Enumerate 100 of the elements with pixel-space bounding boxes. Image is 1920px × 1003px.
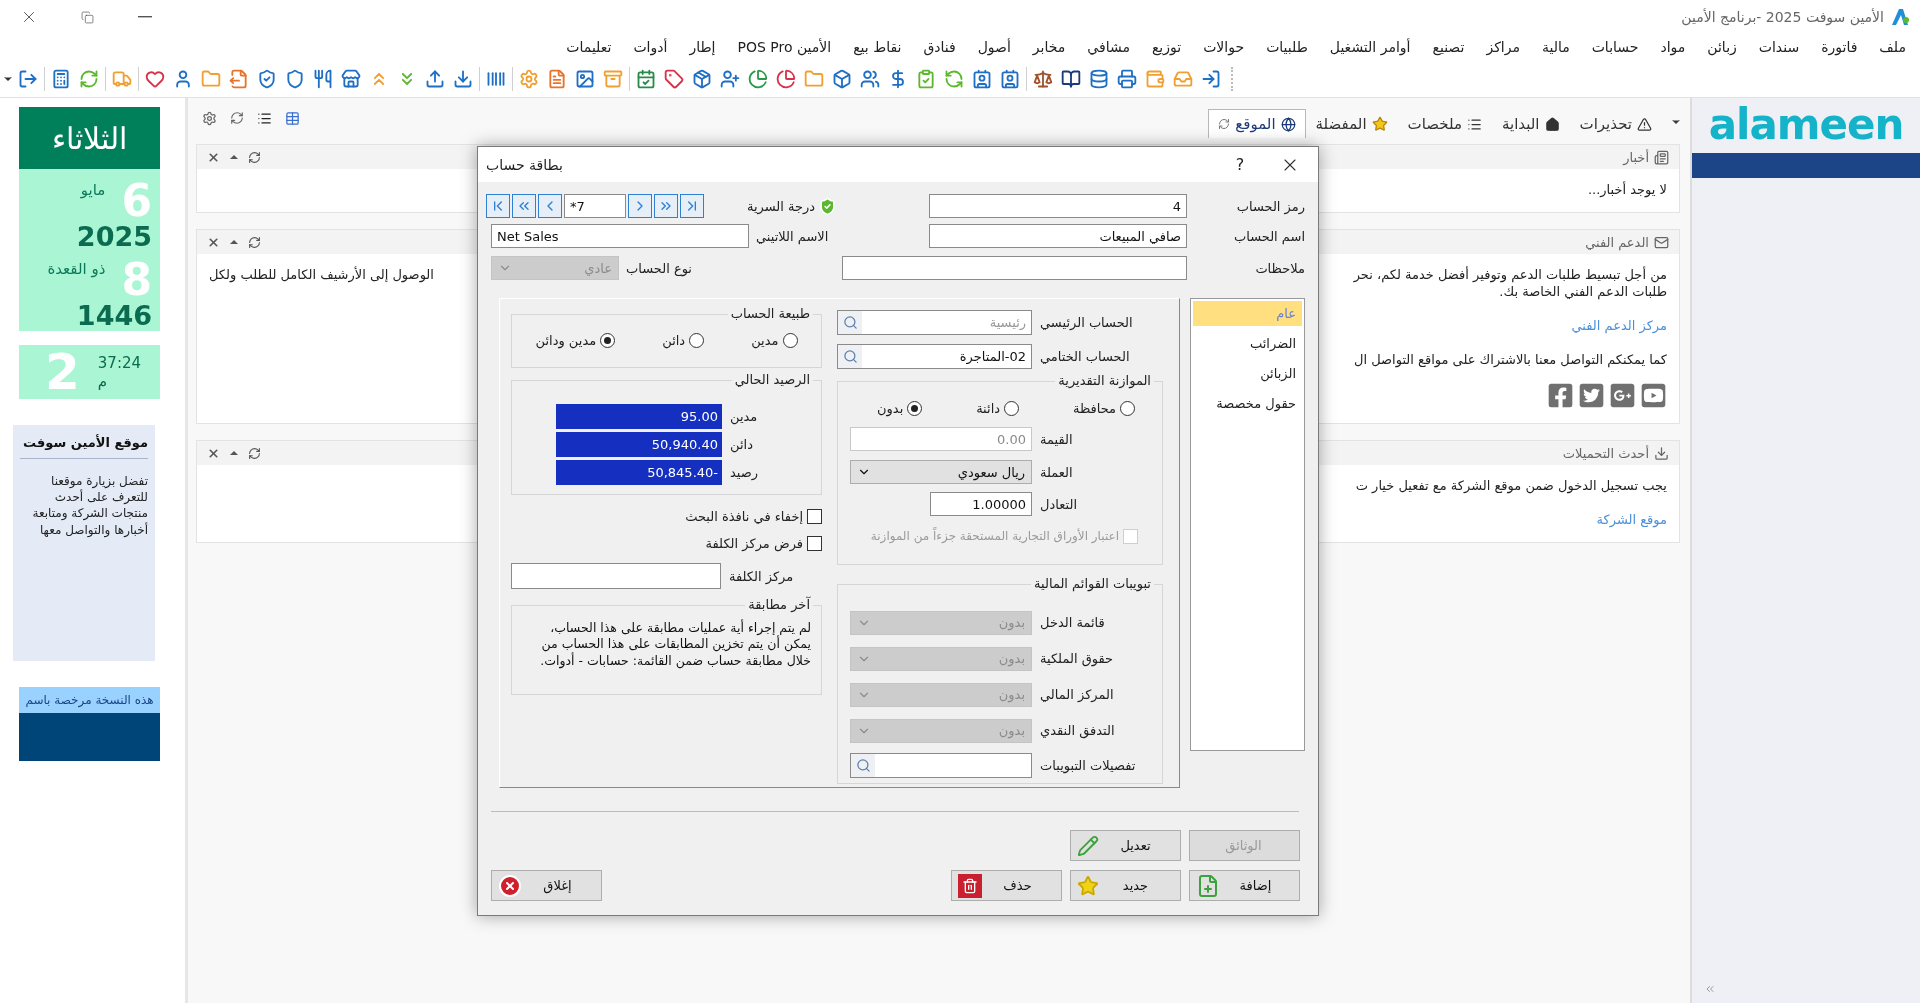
close-icon xyxy=(498,873,522,898)
radio-button[interactable]: محافظة xyxy=(1072,401,1136,416)
close-icon[interactable] xyxy=(207,150,220,164)
menu-item[interactable]: أوامر التشغيل xyxy=(1329,39,1411,55)
tab[interactable]: المفضلة xyxy=(1305,109,1398,138)
tab[interactable]: ملخصات xyxy=(1397,109,1492,138)
field-label: نوع الحساب xyxy=(626,260,692,276)
previous-button[interactable] xyxy=(538,194,562,218)
field-label: اسم الحساب xyxy=(1232,228,1305,244)
refresh-icon[interactable] xyxy=(230,110,244,125)
input-field[interactable]: 4 xyxy=(929,194,1187,218)
field-label: العملة xyxy=(1040,464,1073,480)
help-button[interactable]: ? xyxy=(1218,155,1262,174)
menu-item[interactable]: إطار xyxy=(689,39,716,55)
edit-button[interactable]: تعديل xyxy=(1070,830,1181,861)
close-icon[interactable] xyxy=(207,446,220,460)
search-icon[interactable] xyxy=(838,310,863,334)
radio-button[interactable]: بدون xyxy=(877,401,923,416)
menu-item[interactable]: حسابات xyxy=(1591,39,1639,55)
list-icon xyxy=(1467,116,1482,132)
record-field[interactable]: *7 xyxy=(564,194,626,218)
link[interactable]: موقع الشركة xyxy=(1596,511,1667,528)
shield-icon[interactable] xyxy=(818,196,838,216)
balance-value: 95.00 xyxy=(556,404,722,429)
menu-item[interactable]: حوالات xyxy=(1203,39,1245,55)
menu-item[interactable]: طلبيات xyxy=(1266,39,1308,55)
menu-item[interactable]: تصنيع xyxy=(1432,39,1465,55)
menu-item[interactable]: زبائن xyxy=(1707,39,1737,55)
balance-value: 50,940.40 xyxy=(556,432,722,457)
input-field[interactable]: صافي المبيعات xyxy=(929,224,1187,248)
input-field[interactable]: Net Sales xyxy=(491,224,749,248)
year-number: 1446 xyxy=(75,302,152,329)
star-icon xyxy=(1077,874,1099,897)
radio-button[interactable]: دائن xyxy=(662,333,705,348)
group-title: الرصيد الحالي xyxy=(731,372,814,387)
menu-item[interactable]: مالية xyxy=(1541,39,1570,55)
radio-button[interactable]: دائنة xyxy=(976,401,1020,416)
close-button[interactable]: إغلاق xyxy=(491,870,602,901)
menu-item[interactable]: مواد xyxy=(1660,39,1686,55)
menu-item[interactable]: فنادق xyxy=(923,39,956,55)
body-text: الوصول إلى الأرشيف الكامل للطلب ولكل xyxy=(209,266,434,283)
checkbox[interactable]: إخفاء في نافذة البحث xyxy=(685,508,823,524)
close-icon[interactable] xyxy=(207,235,220,249)
checkbox[interactable]: فرض مركز الكلفة xyxy=(705,535,823,551)
list-item[interactable]: الزبائن xyxy=(1193,361,1302,386)
facebook-icon[interactable] xyxy=(1547,382,1574,409)
menu-item[interactable]: فاتورة xyxy=(1821,39,1858,55)
refresh-icon[interactable] xyxy=(248,235,261,249)
body-text: كما يمكنكم التواصل معنا بالاشتراك على مواقع التواصل ال xyxy=(1354,351,1667,368)
body-text: يجب تسجيل الدخول ضمن موقع الشركة مع تفعيل خيار ت xyxy=(1355,477,1667,494)
tab[interactable]: تحذيرات xyxy=(1569,109,1662,138)
menu-item[interactable]: ملف xyxy=(1879,39,1906,55)
search-icon[interactable] xyxy=(838,344,863,368)
next-button[interactable] xyxy=(628,194,652,218)
field-label: الحساب الختامي xyxy=(1040,348,1130,364)
dropdown[interactable]: ريال سعودي xyxy=(850,460,1033,484)
radio-button[interactable]: مدين xyxy=(751,333,798,348)
list-item[interactable]: الضرائب xyxy=(1193,331,1302,356)
refresh-icon[interactable] xyxy=(248,150,261,164)
input-field[interactable] xyxy=(511,563,721,589)
menu-item[interactable]: مراكز xyxy=(1486,39,1520,55)
month-name: ذو القعدة xyxy=(47,260,106,278)
menu-item[interactable]: أصول xyxy=(977,39,1011,55)
search-icon[interactable] xyxy=(851,754,876,777)
table-icon[interactable] xyxy=(285,110,300,126)
field-label: تفصيلات التبويبات xyxy=(1040,758,1136,773)
warning-icon xyxy=(1637,116,1652,132)
add-button[interactable]: إضافة xyxy=(1189,870,1300,901)
tab[interactable]: البداية xyxy=(1492,109,1570,138)
balance-value: 50,845.40- xyxy=(556,460,722,485)
input-field[interactable] xyxy=(842,256,1187,280)
input-field[interactable]: 1.00000 xyxy=(930,492,1033,516)
month-name: مايو xyxy=(80,181,106,199)
list-item[interactable]: حقول مخصصة xyxy=(1193,391,1302,416)
youtube-icon[interactable] xyxy=(1640,382,1667,409)
weekday-label: الثلاثاء xyxy=(19,107,160,169)
menu-item[interactable]: أدوات xyxy=(633,39,668,55)
tab[interactable]: الموقع xyxy=(1208,109,1306,138)
radio-button[interactable]: مدين ودائن xyxy=(535,333,616,348)
refresh-icon[interactable] xyxy=(1218,118,1231,130)
first-record-button[interactable] xyxy=(486,194,510,218)
menu-item[interactable]: مخابر xyxy=(1032,39,1066,55)
list-icon[interactable] xyxy=(257,110,272,126)
refresh-icon[interactable] xyxy=(248,446,261,460)
body-text: لا يوجد أخبار... xyxy=(1587,181,1667,198)
fast-back-button[interactable] xyxy=(512,194,536,218)
menu-item[interactable]: نقاط بيع xyxy=(853,39,902,55)
gear-icon[interactable] xyxy=(202,110,217,126)
fast-forward-button[interactable] xyxy=(654,194,678,218)
menu-item[interactable]: تعليمات xyxy=(566,39,612,55)
menu-item[interactable]: الأمين POS Pro xyxy=(737,39,832,55)
menu-item[interactable]: توزيع xyxy=(1151,39,1182,55)
field-label: درجة السرية xyxy=(747,198,816,214)
menu-item[interactable]: مشافي xyxy=(1087,39,1130,55)
new-button[interactable]: جديد xyxy=(1070,870,1181,901)
twitter-icon[interactable] xyxy=(1578,382,1605,409)
delete-button[interactable]: حذف xyxy=(951,870,1062,901)
google-plus-icon[interactable] xyxy=(1609,382,1636,409)
last-record-button[interactable] xyxy=(680,194,704,218)
menu-item[interactable]: سندات xyxy=(1758,39,1800,55)
